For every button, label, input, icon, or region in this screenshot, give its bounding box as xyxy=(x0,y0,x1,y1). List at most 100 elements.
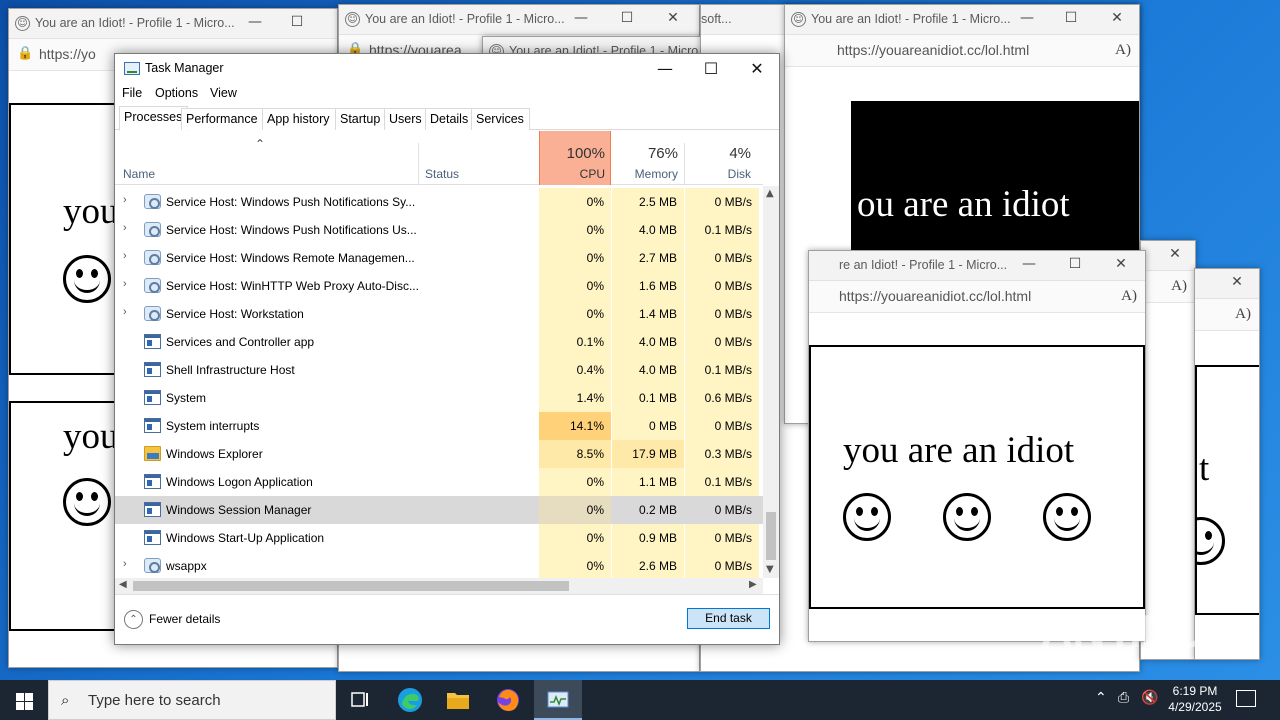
status-column-header[interactable]: Status xyxy=(425,167,459,181)
process-name: Windows Explorer xyxy=(166,447,263,461)
table-row[interactable]: › wsappx 0% 2.6 MB 0 MB/s xyxy=(115,552,763,578)
network-icon[interactable]: ⎙ xyxy=(1118,690,1129,706)
smiley-favicon-icon: ☺ xyxy=(345,12,360,27)
minimize-button[interactable]: — xyxy=(571,10,591,26)
close-button[interactable]: ✕ xyxy=(1111,256,1131,272)
maximize-button[interactable]: ☐ xyxy=(1065,256,1085,272)
vertical-scrollbar[interactable]: ▲ ▼ xyxy=(763,186,779,578)
expand-chevron-icon[interactable]: › xyxy=(123,250,127,262)
tab-processes[interactable]: Processes xyxy=(119,106,189,131)
firefox-taskbar-button[interactable] xyxy=(484,680,532,720)
disk-cell: 0 MB/s xyxy=(685,412,759,440)
table-row[interactable]: › Service Host: Windows Remote Managemen.… xyxy=(115,244,763,272)
maximize-button[interactable]: ☐ xyxy=(287,14,307,30)
scroll-thumb[interactable] xyxy=(133,581,569,591)
cpu-percent[interactable]: 100% xyxy=(539,145,605,162)
minimize-button[interactable]: — xyxy=(1017,10,1037,26)
disk-percent[interactable]: 4% xyxy=(685,145,751,162)
minimize-button[interactable]: — xyxy=(642,57,688,83)
file-explorer-taskbar-button[interactable] xyxy=(434,680,482,720)
cpu-column-header[interactable]: CPU xyxy=(539,167,605,181)
memory-percent[interactable]: 76% xyxy=(612,145,678,162)
scroll-thumb[interactable] xyxy=(766,512,776,560)
table-row[interactable]: System interrupts 14.1% 0 MB 0 MB/s xyxy=(115,412,763,440)
notification-icon[interactable] xyxy=(1236,690,1256,707)
edge-window-7[interactable]: ✕ A) t xyxy=(1194,268,1260,660)
chevron-up-icon[interactable]: ⌃ xyxy=(1095,690,1107,706)
expand-chevron-icon[interactable]: › xyxy=(123,558,127,570)
tab-app-history[interactable]: App history xyxy=(262,108,336,130)
cpu-cell: 0% xyxy=(539,188,611,216)
read-aloud-icon[interactable]: A) xyxy=(1121,288,1137,305)
expand-chevron-icon[interactable]: › xyxy=(123,194,127,206)
scroll-up-icon[interactable]: ▲ xyxy=(766,188,774,199)
table-row[interactable]: › Service Host: Windows Push Notification… xyxy=(115,188,763,216)
fewer-details-link[interactable]: Fewer details xyxy=(149,612,220,626)
scroll-left-icon[interactable]: ◀ xyxy=(119,579,127,590)
table-row[interactable]: Windows Session Manager 0% 0.2 MB 0 MB/s xyxy=(115,496,763,524)
expand-chevron-icon[interactable]: › xyxy=(123,278,127,290)
table-row[interactable]: Windows Logon Application 0% 1.1 MB 0.1 MB/… xyxy=(115,468,763,496)
minimize-button[interactable]: — xyxy=(245,14,265,30)
task-manager-taskbar-button[interactable] xyxy=(534,680,582,720)
taskbar-search-box[interactable]: ⌕ Type here to search xyxy=(48,680,336,720)
table-row[interactable]: Windows Start-Up Application 0% 0.9 MB 0 MB… xyxy=(115,524,763,552)
address-bar[interactable]: https://youareanidiot.cc/lol.html A) xyxy=(809,281,1145,313)
table-row[interactable]: Shell Infrastructure Host 0.4% 4.0 MB 0.1 M… xyxy=(115,356,763,384)
maximize-button[interactable]: ☐ xyxy=(1061,10,1081,26)
scroll-down-icon[interactable]: ▼ xyxy=(766,564,774,575)
close-button[interactable]: ✕ xyxy=(734,57,780,83)
tab-performance[interactable]: Performance xyxy=(181,108,264,130)
scroll-right-icon[interactable]: ▶ xyxy=(749,579,757,590)
menu-options[interactable]: Options xyxy=(155,86,198,100)
table-row[interactable]: › Service Host: Workstation 0% 1.4 MB 0 MB/s xyxy=(115,300,763,328)
horizontal-scrollbar[interactable]: ◀ ▶ xyxy=(115,578,763,594)
end-task-button[interactable]: End task xyxy=(687,608,770,629)
url-text: https://youareanidiot.cc/lol.html xyxy=(839,288,1032,304)
gear-icon xyxy=(144,222,161,237)
task-view-button[interactable] xyxy=(336,680,384,720)
address-bar[interactable]: A) xyxy=(1195,299,1259,331)
menu-file[interactable]: File xyxy=(122,86,142,100)
tab-startup[interactable]: Startup xyxy=(335,108,387,130)
tab-details[interactable]: Details xyxy=(425,108,475,130)
table-row[interactable]: System 1.4% 0.1 MB 0.6 MB/s xyxy=(115,384,763,412)
memory-column-header[interactable]: Memory xyxy=(612,167,678,181)
clock[interactable]: 6:19 PM 4/29/2025 xyxy=(1164,683,1226,715)
table-row[interactable]: Windows Explorer 8.5% 17.9 MB 0.3 MB/s xyxy=(115,440,763,468)
read-aloud-icon[interactable]: A) xyxy=(1235,306,1251,323)
close-button[interactable]: ✕ xyxy=(663,10,683,26)
address-bar[interactable]: A) xyxy=(1141,271,1195,303)
read-aloud-icon[interactable]: A) xyxy=(1115,42,1131,59)
name-column-header[interactable]: Name xyxy=(123,167,155,181)
maximize-button[interactable]: ☐ xyxy=(617,10,637,26)
edge-taskbar-button[interactable] xyxy=(386,680,434,720)
close-button[interactable]: ✕ xyxy=(1165,246,1185,262)
task-manager-window[interactable]: Task Manager — ☐ ✕ File Options View Pro… xyxy=(114,53,780,645)
windows-logo-icon xyxy=(16,693,24,701)
start-button[interactable] xyxy=(0,680,48,720)
read-aloud-icon[interactable]: A) xyxy=(1171,278,1187,295)
minimize-button[interactable]: — xyxy=(1019,256,1039,272)
close-button[interactable]: ✕ xyxy=(1107,10,1127,26)
expand-chevron-icon[interactable]: › xyxy=(123,306,127,318)
maximize-button[interactable]: ☐ xyxy=(688,57,734,83)
edge-window-8[interactable]: re an Idiot! - Profile 1 - Micro... — ☐ … xyxy=(808,250,1146,642)
expand-chevron-icon[interactable]: › xyxy=(123,222,127,234)
tab-users[interactable]: Users xyxy=(384,108,428,130)
process-list: › Service Host: Windows Push Notification… xyxy=(115,186,763,578)
menu-view[interactable]: View xyxy=(210,86,237,100)
smiley-icon xyxy=(1043,493,1091,541)
close-button[interactable]: ✕ xyxy=(1227,274,1247,290)
process-name: Windows Logon Application xyxy=(166,475,313,489)
tab-services[interactable]: Services xyxy=(471,108,530,130)
chevron-up-icon[interactable]: ⌃ xyxy=(124,610,143,629)
table-row[interactable]: › Service Host: Windows Push Notification… xyxy=(115,216,763,244)
disk-column-header[interactable]: Disk xyxy=(685,167,751,181)
address-bar[interactable]: https://youareanidiot.cc/lol.html A) xyxy=(785,35,1139,67)
disk-cell: 0 MB/s xyxy=(685,188,759,216)
table-row[interactable]: Services and Controller app 0.1% 4.0 MB 0 M… xyxy=(115,328,763,356)
table-row[interactable]: › Service Host: WinHTTP Web Proxy Auto-Di… xyxy=(115,272,763,300)
edge-window-6[interactable]: ✕ A) xyxy=(1140,240,1196,660)
volume-muted-icon[interactable]: 🔇 xyxy=(1141,690,1158,706)
